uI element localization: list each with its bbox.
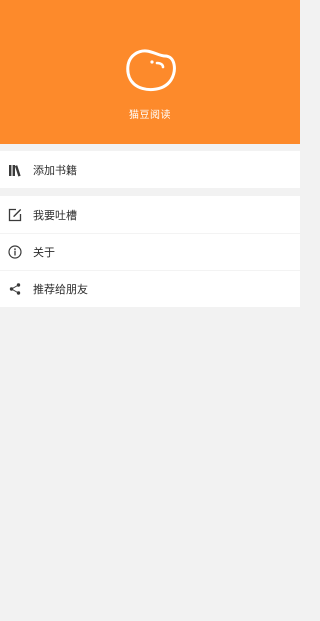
bean-icon bbox=[126, 49, 176, 91]
menu-item-label: 添加书籍 bbox=[33, 163, 77, 177]
books-icon bbox=[9, 164, 21, 177]
menu-group-library: 添加书籍 bbox=[0, 151, 300, 188]
menu-item-label: 关于 bbox=[33, 246, 55, 259]
menu-item-share[interactable]: 推荐给朋友 bbox=[0, 270, 300, 307]
menu-item-about[interactable]: 关于 bbox=[0, 233, 300, 270]
menu-group-misc: 我要吐槽 关于 推荐给朋友 bbox=[0, 196, 300, 307]
menu-item-label: 我要吐槽 bbox=[33, 208, 77, 222]
app-name: 猫豆阅读 bbox=[129, 110, 171, 121]
header-banner: 猫豆阅读 bbox=[0, 0, 300, 144]
menu-item-add-books[interactable]: 添加书籍 bbox=[0, 151, 300, 188]
edit-icon bbox=[8, 208, 22, 221]
info-icon bbox=[8, 245, 22, 259]
menu-item-feedback[interactable]: 我要吐槽 bbox=[0, 196, 300, 233]
menu-item-label: 推荐给朋友 bbox=[33, 283, 88, 296]
share-icon bbox=[9, 283, 21, 295]
